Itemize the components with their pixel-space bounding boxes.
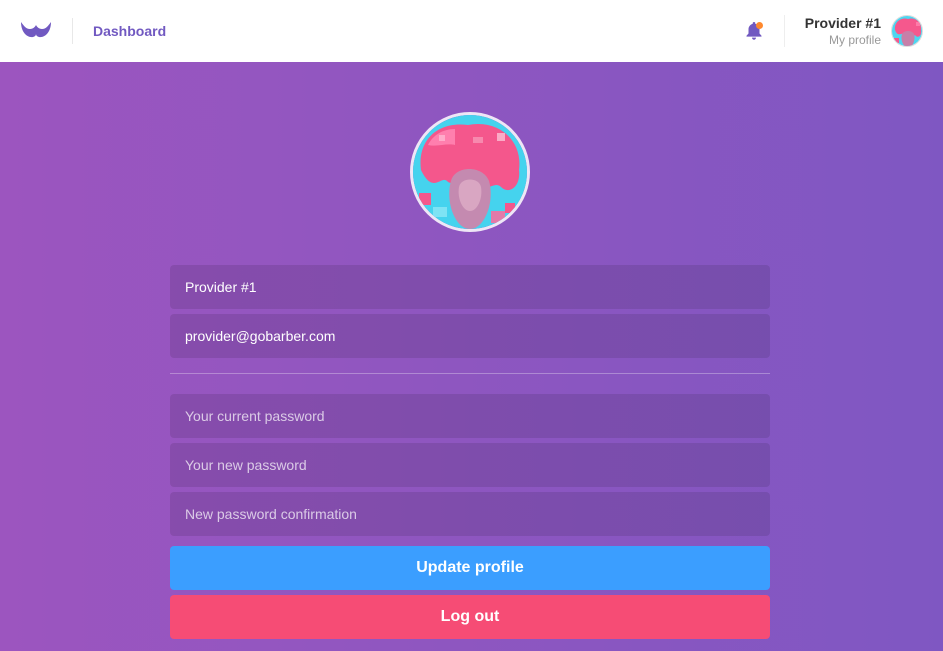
profile-container: Provider #1 provider@gobarber.com Your c… [170,112,770,639]
email-field[interactable]: provider@gobarber.com [170,314,770,358]
header-right: Provider #1 My profile [742,0,923,62]
bell-icon[interactable] [742,19,766,43]
update-profile-button[interactable]: Update profile [170,546,770,590]
confirm-password-field[interactable]: New password confirmation [170,492,770,536]
new-password-field[interactable]: Your new password [170,443,770,487]
header-divider [72,18,73,44]
header-divider-right [783,15,785,47]
profile-form: Provider #1 provider@gobarber.com Your c… [170,265,770,639]
avatar[interactable] [891,15,923,47]
my-profile-link[interactable]: My profile [805,33,881,47]
top-header: Dashboard Provider #1 My profile [0,0,943,62]
name-field[interactable]: Provider #1 [170,265,770,309]
notification-dot [755,22,763,29]
form-divider [170,373,770,374]
avatar-upload-wrap [170,112,770,232]
nav-link-dashboard[interactable]: Dashboard [93,23,166,39]
profile-name: Provider #1 [804,15,881,31]
header-left: Dashboard [20,0,166,62]
header-profile[interactable]: Provider #1 My profile [805,15,923,47]
profile-text: Provider #1 My profile [805,15,881,47]
mustache-logo-icon[interactable] [20,18,52,44]
logout-button[interactable]: Log out [170,595,770,639]
avatar-upload[interactable] [410,112,530,232]
current-password-field[interactable]: Your current password [170,394,770,438]
